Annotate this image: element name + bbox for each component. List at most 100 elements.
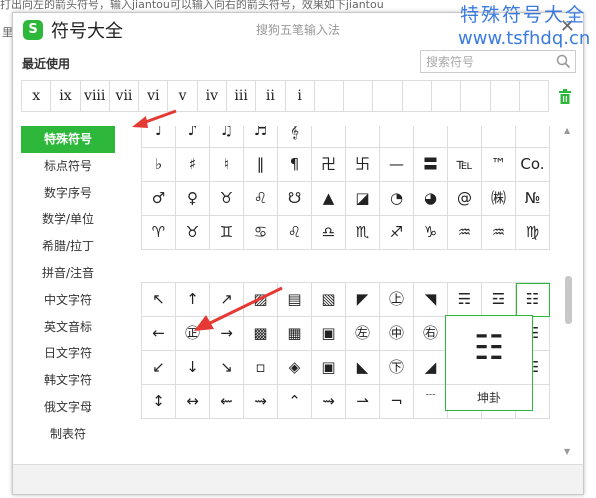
symbol-cell[interactable]: ▧ [312, 283, 346, 317]
symbol-cell[interactable]: ℡ [448, 148, 482, 182]
recent-symbol-cell[interactable]: ii [256, 81, 286, 111]
symbol-cell[interactable]: ♒ [448, 216, 482, 250]
symbol-cell[interactable]: ↙ [142, 351, 176, 385]
vertical-scrollbar[interactable]: ▲ ▼ [563, 126, 573, 456]
symbol-cell[interactable]: — [380, 148, 414, 182]
sidebar-category-item[interactable]: 中文字符 [21, 287, 115, 314]
sidebar-category-item[interactable]: 特殊符号 [21, 126, 115, 153]
symbol-cell[interactable]: ⌃ [278, 385, 312, 419]
symbol-cell[interactable]: ▫ [244, 351, 278, 385]
symbol-cell[interactable]: ↗ [210, 283, 244, 317]
symbol-cell[interactable]: @ [448, 182, 482, 216]
sidebar-category-item[interactable]: 数字序号 [21, 180, 115, 207]
symbol-cell[interactable]: ♩ [142, 126, 176, 148]
symbol-cell[interactable]: ♒ [482, 216, 516, 250]
recent-symbol-cell[interactable] [315, 81, 345, 111]
symbol-cell[interactable]: ◤ [346, 283, 380, 317]
symbol-cell[interactable]: ↑ [176, 283, 210, 317]
sidebar-category-item[interactable]: 制表符 [21, 421, 115, 448]
sidebar-category-item[interactable]: 俄文字母 [21, 394, 115, 421]
sidebar-category-item[interactable]: 拼音/注音 [21, 260, 115, 287]
symbol-cell[interactable]: ♉ [210, 182, 244, 216]
symbol-cell[interactable] [380, 126, 414, 148]
symbol-cell[interactable]: ♮ [210, 148, 244, 182]
symbol-cell[interactable]: ♀ [176, 182, 210, 216]
symbol-cell[interactable] [482, 126, 516, 148]
sidebar-category-item[interactable]: 英文音标 [21, 314, 115, 341]
sidebar-category-item[interactable]: 数学/单位 [21, 206, 115, 233]
symbol-cell[interactable]: ♬ [244, 126, 278, 148]
symbol-cell[interactable]: ▦ [278, 317, 312, 351]
symbol-cell[interactable]: ♂ [142, 182, 176, 216]
symbol-cell[interactable]: ◪ [346, 182, 380, 216]
symbol-cell[interactable]: 𝄞 [278, 126, 312, 148]
sidebar-category-item[interactable]: 日文字符 [21, 340, 115, 367]
search-icon[interactable] [556, 54, 571, 69]
symbol-cell[interactable] [346, 126, 380, 148]
symbol-cell[interactable]: ⇝ [244, 385, 278, 419]
symbol-cell[interactable]: ♈ [142, 216, 176, 250]
symbol-cell[interactable] [312, 126, 346, 148]
symbol-cell[interactable]: ¶ [278, 148, 312, 182]
symbol-cell[interactable]: ◈ [278, 351, 312, 385]
recent-symbol-cell[interactable]: vi [139, 81, 169, 111]
symbol-cell[interactable]: ↔ [176, 385, 210, 419]
symbol-cell[interactable]: ™ [482, 148, 516, 182]
symbol-cell[interactable]: ㊥ [380, 317, 414, 351]
recent-symbol-cell[interactable] [461, 81, 491, 111]
sidebar-category-item[interactable]: 韩文字符 [21, 367, 115, 394]
symbol-cell[interactable]: ◣ [346, 351, 380, 385]
symbol-cell[interactable]: ㊤ [380, 283, 414, 317]
symbol-cell[interactable]: 卐 [346, 148, 380, 182]
symbol-cell[interactable]: ↖ [142, 283, 176, 317]
symbol-cell[interactable]: ▨ [244, 283, 278, 317]
search-box[interactable] [420, 50, 576, 73]
recent-symbol-cell[interactable]: i [286, 81, 315, 111]
symbol-cell[interactable]: ♭ [142, 148, 176, 182]
symbol-cell[interactable]: ♫ [210, 126, 244, 148]
symbol-cell[interactable]: ¬ [380, 385, 414, 419]
symbol-cell[interactable]: ⇜ [210, 385, 244, 419]
symbol-cell[interactable]: ☲ [482, 283, 516, 317]
symbol-cell[interactable]: ㊧ [346, 317, 380, 351]
symbol-cell[interactable]: ▩ [244, 317, 278, 351]
symbol-cell[interactable]: ♯ [176, 148, 210, 182]
symbol-cell[interactable]: ♊ [210, 216, 244, 250]
symbol-cell[interactable]: ▣ [312, 351, 346, 385]
symbol-cell[interactable]: ♉ [176, 216, 210, 250]
symbol-cell[interactable]: № [516, 182, 550, 216]
symbol-cell[interactable]: ◔ [380, 182, 414, 216]
symbol-cell[interactable]: ㈱ [482, 182, 516, 216]
symbol-cell[interactable]: ↕ [142, 385, 176, 419]
scroll-down-icon[interactable]: ▼ [564, 447, 570, 456]
sidebar-category-item[interactable]: 标点符号 [21, 153, 115, 180]
symbol-cell[interactable]: ← [142, 317, 176, 351]
recent-symbol-cell[interactable] [520, 81, 550, 111]
symbol-cell[interactable] [448, 126, 482, 148]
recent-symbol-cell[interactable]: vii [110, 81, 140, 111]
symbol-cell[interactable]: ⇝ [312, 385, 346, 419]
symbol-cell[interactable]: → [210, 317, 244, 351]
recent-symbol-cell[interactable]: iv [198, 81, 227, 111]
symbol-cell[interactable]: ☷ [516, 283, 550, 317]
symbol-cell[interactable]: Co. [516, 148, 550, 182]
symbol-cell[interactable]: ♪ [176, 126, 210, 148]
scroll-thumb[interactable] [565, 276, 572, 324]
symbol-cell[interactable]: ♏ [346, 216, 380, 250]
recent-symbol-cell[interactable]: viii [81, 81, 110, 111]
symbol-cell[interactable]: ♍ [516, 216, 550, 250]
symbol-cell[interactable]: 〓 [414, 148, 448, 182]
symbol-cell[interactable]: ◢ [414, 351, 448, 385]
symbol-cell[interactable]: ☋ [278, 182, 312, 216]
symbol-cell[interactable]: ▣ [312, 317, 346, 351]
symbol-cell[interactable]: ♌ [244, 182, 278, 216]
symbol-cell[interactable]: ↘ [210, 351, 244, 385]
recent-symbol-cell[interactable]: x [22, 81, 52, 111]
symbol-cell[interactable]: ♌ [278, 216, 312, 250]
trash-icon[interactable] [558, 89, 572, 104]
symbol-cell[interactable]: ﹉ [414, 385, 448, 419]
symbol-cell[interactable]: ㊣ [176, 317, 210, 351]
symbol-cell[interactable]: ♑ [414, 216, 448, 250]
sidebar-category-item[interactable]: 希腊/拉丁 [21, 233, 115, 260]
search-input[interactable] [421, 51, 549, 73]
